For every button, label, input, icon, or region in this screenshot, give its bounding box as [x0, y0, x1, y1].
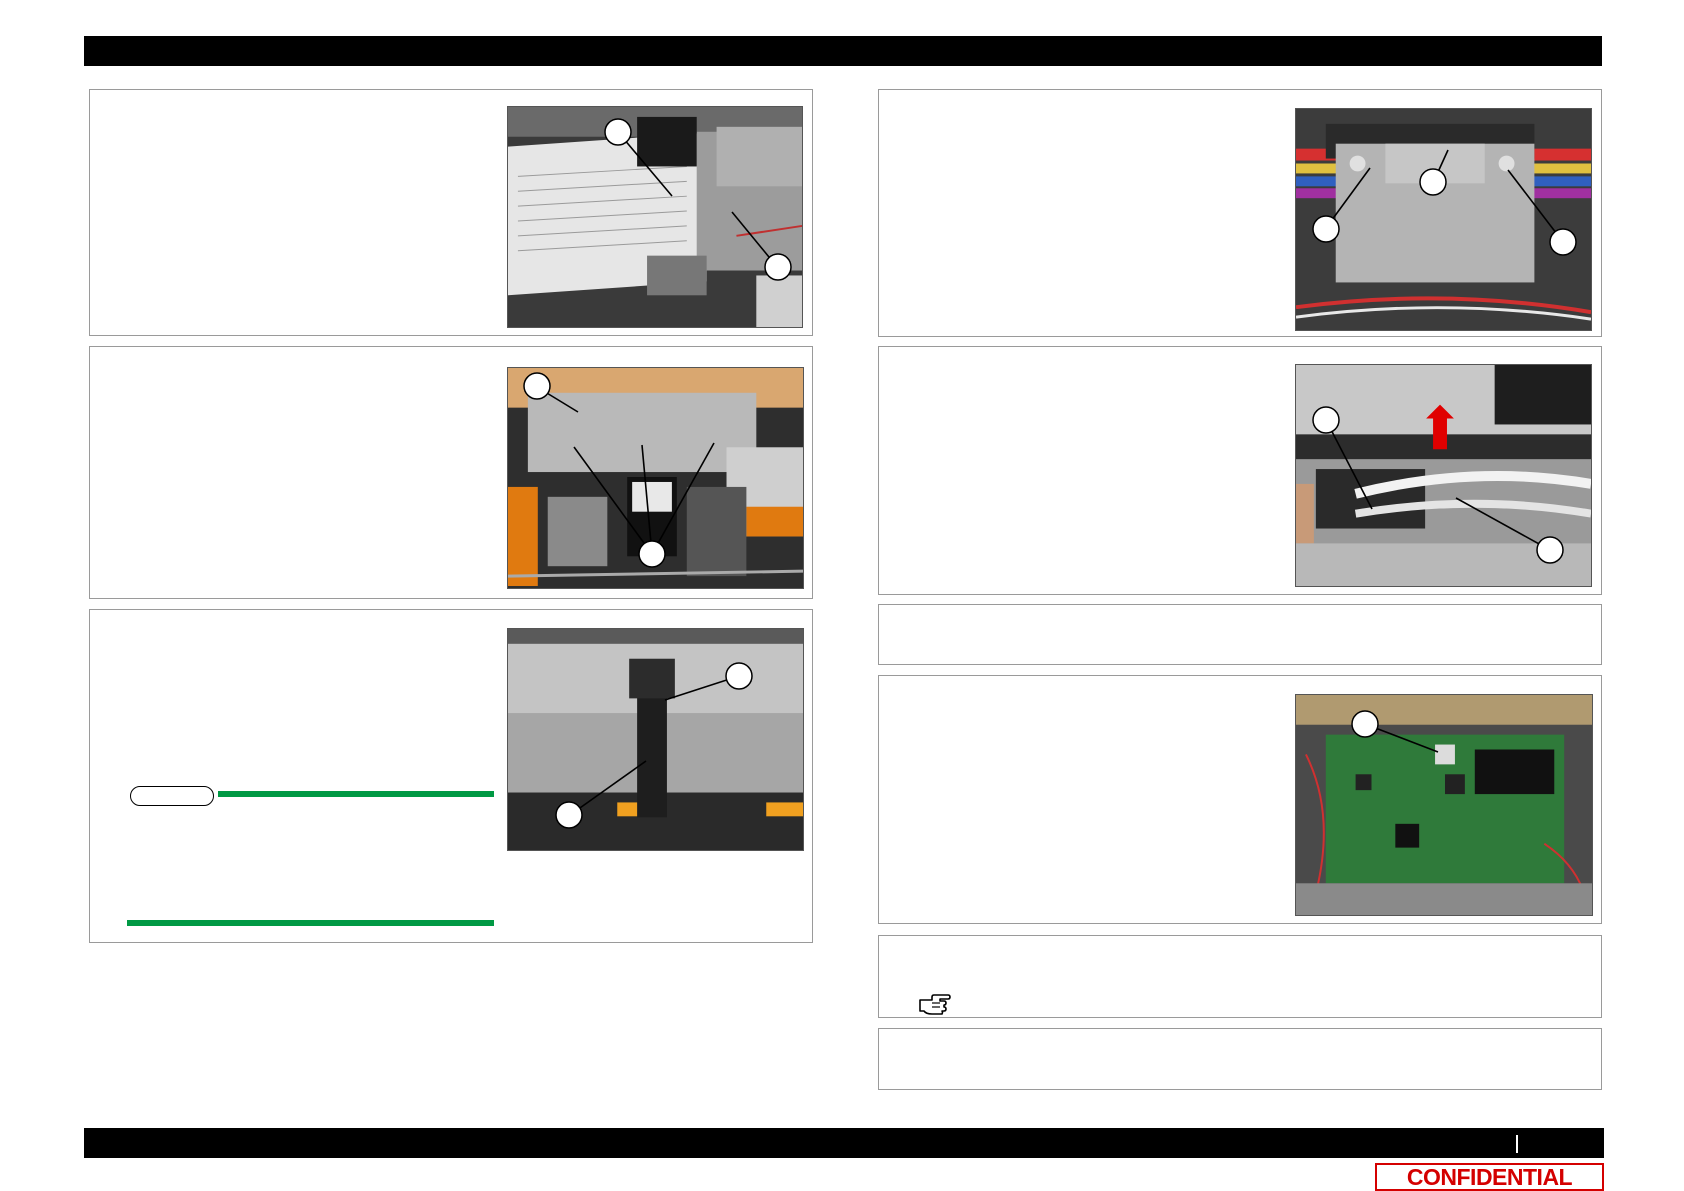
note-rule-top	[218, 791, 494, 797]
step-panel-9	[878, 1028, 1602, 1090]
step-photo-3	[507, 628, 804, 851]
note-label	[130, 786, 214, 806]
header-bar	[84, 36, 1602, 66]
step-photo-2	[507, 367, 804, 589]
footer-page-separator	[1516, 1135, 1518, 1153]
step-photo-5	[1295, 364, 1592, 587]
step-photo-7	[1295, 694, 1593, 916]
note-rule-bottom	[127, 920, 494, 926]
step-photo-4	[1295, 108, 1592, 331]
step-photo-1	[507, 106, 803, 328]
confidential-stamp: CONFIDENTIAL	[1375, 1163, 1604, 1191]
step-panel-8	[878, 935, 1602, 1018]
footer-bar	[84, 1128, 1604, 1158]
pointing-hand-icon	[919, 994, 951, 1015]
step-panel-6	[878, 604, 1602, 665]
